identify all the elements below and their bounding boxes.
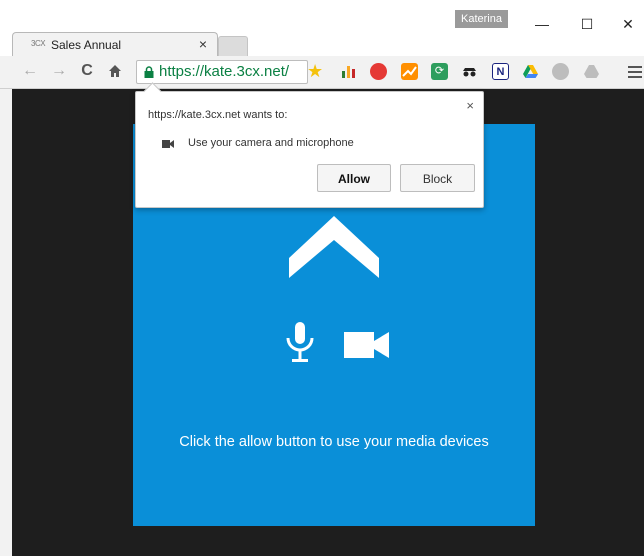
browser-window: 3CX Sales Annual × Katerina — ☐ ✕ ← → C … xyxy=(0,0,644,556)
allow-button[interactable]: Allow xyxy=(317,164,391,192)
instruction-text: Click the allow button to use your media… xyxy=(179,434,489,450)
profile-badge[interactable]: Katerina xyxy=(455,10,508,28)
permission-dialog-heading: https://kate.3cx.net wants to: xyxy=(148,109,288,121)
notation-icon[interactable]: N xyxy=(492,63,509,80)
back-icon[interactable]: ← xyxy=(21,61,39,81)
address-bar[interactable]: https://kate.3cx.net/ xyxy=(136,60,308,84)
forward-icon[interactable]: → xyxy=(50,61,68,81)
gray-circle-icon[interactable] xyxy=(552,63,569,80)
block-button[interactable]: Block xyxy=(400,164,475,192)
tab-title: Sales Annual xyxy=(51,38,122,52)
lock-icon xyxy=(144,66,154,78)
reload-icon[interactable]: C xyxy=(78,61,96,81)
bookmark-star-icon[interactable]: ★ xyxy=(307,61,323,81)
new-tab-button[interactable] xyxy=(218,36,248,56)
poll-icon[interactable] xyxy=(340,63,357,80)
browser-tab[interactable]: 3CX Sales Annual × xyxy=(12,32,218,56)
spy-icon[interactable] xyxy=(461,63,478,80)
browser-toolbar: ← → C https://kate.3cx.net/ ★ ⟳ N xyxy=(0,56,644,89)
close-icon[interactable]: × xyxy=(466,98,474,113)
minimize-button[interactable]: — xyxy=(532,14,552,34)
chart-icon[interactable] xyxy=(401,63,418,80)
close-window-button[interactable]: ✕ xyxy=(618,14,638,34)
gray-drive-icon[interactable] xyxy=(583,63,600,80)
refresh-icon[interactable]: ⟳ xyxy=(431,63,448,80)
drive-icon[interactable] xyxy=(522,63,539,80)
url-text: https://kate.3cx.net/ xyxy=(159,63,290,80)
home-icon[interactable] xyxy=(106,61,124,81)
pocket-icon[interactable] xyxy=(370,63,387,80)
tab-favicon: 3CX xyxy=(31,39,46,48)
chevron-up-icon xyxy=(289,216,379,278)
title-bar: 3CX Sales Annual × Katerina — ☐ ✕ xyxy=(0,0,644,56)
video-camera-icon xyxy=(344,332,389,358)
maximize-button[interactable]: ☐ xyxy=(577,14,597,34)
video-camera-icon xyxy=(162,140,174,148)
microphone-icon xyxy=(286,322,314,362)
tab-close-icon[interactable]: × xyxy=(199,36,207,52)
permission-dialog: https://kate.3cx.net wants to: × Use you… xyxy=(135,91,484,208)
menu-icon[interactable] xyxy=(628,63,642,79)
permission-description: Use your camera and microphone xyxy=(188,137,354,149)
